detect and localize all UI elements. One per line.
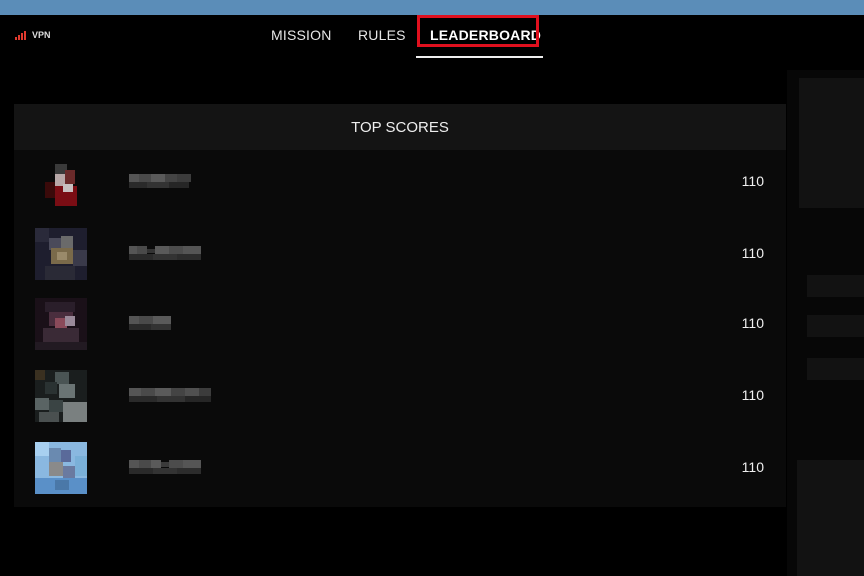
avatar: [35, 370, 87, 422]
leaderboard-row[interactable]: 110: [14, 228, 786, 280]
leaderboard-row[interactable]: 110: [14, 370, 786, 422]
active-tab-highlight-box: [417, 15, 539, 47]
blurred-player-name: [129, 246, 201, 260]
leaderboard-row[interactable]: 110: [14, 442, 786, 494]
player-score: 110: [741, 459, 764, 475]
leaderboard-panel: TOP SCORES 110 110 110 110 110: [14, 104, 786, 507]
avatar: [35, 298, 87, 350]
tab-rules[interactable]: RULES: [358, 27, 406, 43]
player-score: 110: [741, 315, 764, 331]
background-artwork: [787, 70, 864, 576]
blurred-player-name: [129, 316, 171, 330]
avatar: [35, 228, 87, 280]
active-tab-underline: [416, 56, 543, 58]
avatar: [35, 442, 87, 494]
blurred-player-name: [129, 174, 191, 188]
player-score: 110: [741, 387, 764, 403]
player-score: 110: [741, 245, 764, 261]
window-top-bar: [0, 0, 864, 15]
leaderboard-title: TOP SCORES: [14, 104, 786, 150]
leaderboard-row[interactable]: 110: [14, 298, 786, 350]
tab-mission[interactable]: MISSION: [271, 27, 332, 43]
blurred-player-name: [129, 388, 211, 402]
avatar: [35, 156, 87, 208]
player-score: 110: [741, 173, 764, 189]
leaderboard-row[interactable]: 110: [14, 156, 786, 208]
blurred-player-name: [129, 460, 201, 474]
